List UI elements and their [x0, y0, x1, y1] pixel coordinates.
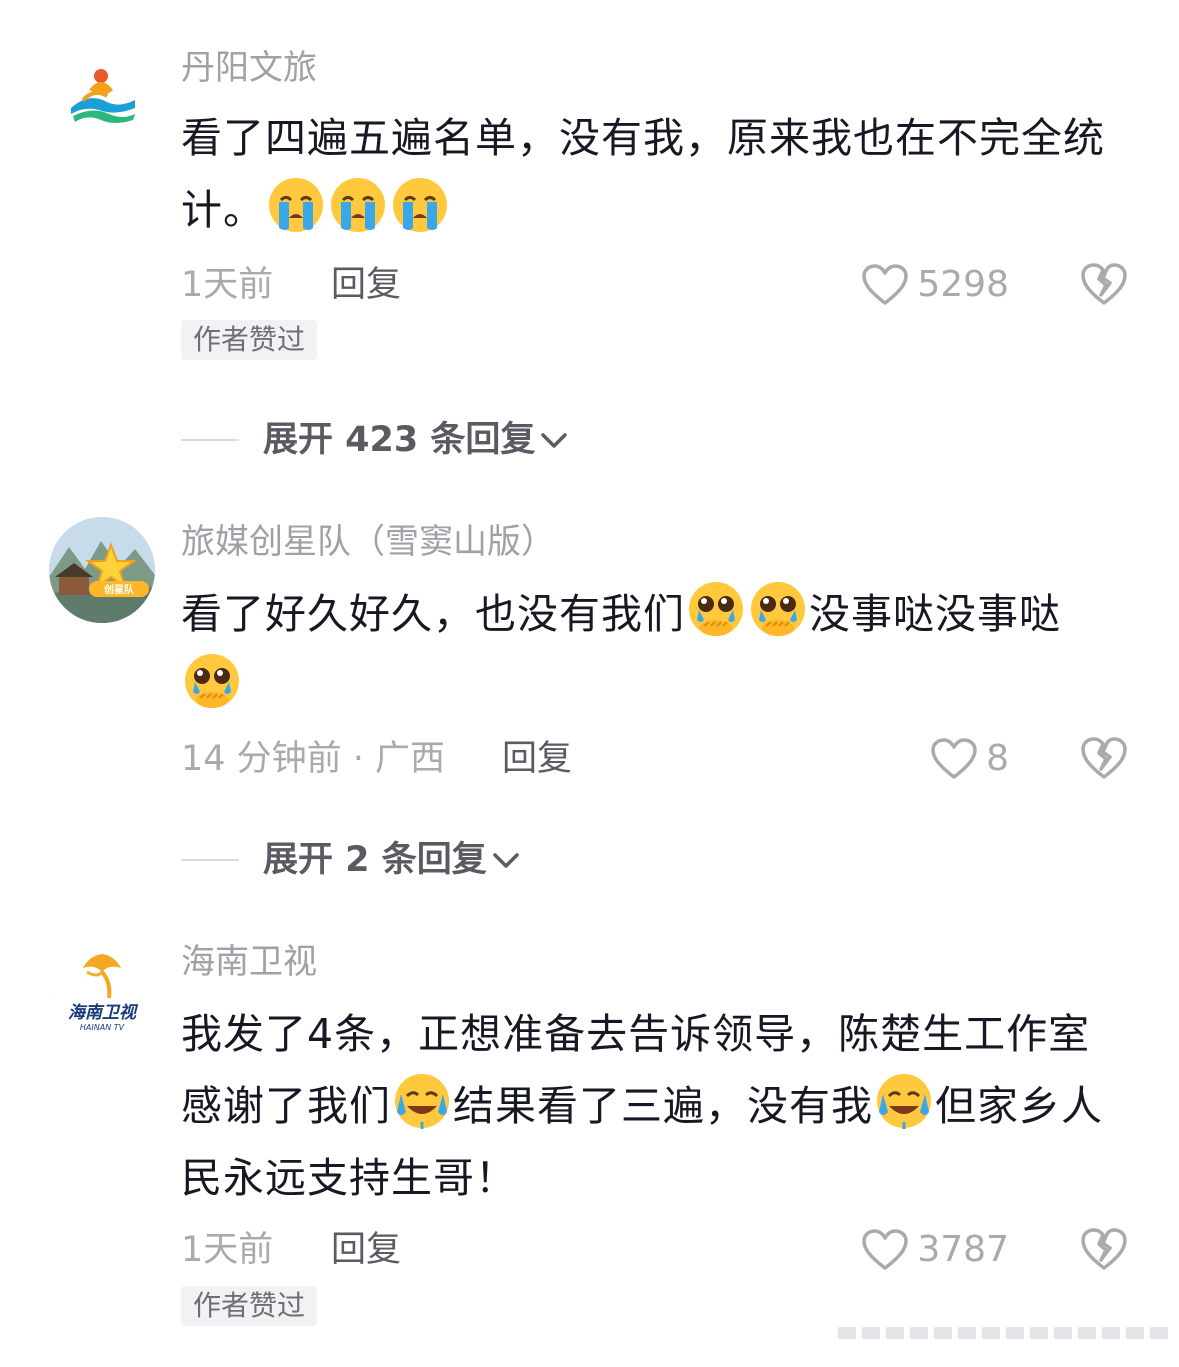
comment-time-location: 14 分钟前 · 广西: [181, 739, 446, 779]
comment-username[interactable]: 海南卫视: [181, 942, 317, 982]
heart-outline-icon: [862, 1229, 909, 1270]
author-liked-badge: 作者赞过: [181, 1286, 318, 1326]
dislike-button[interactable]: [1080, 1226, 1128, 1272]
dislike-button[interactable]: [1080, 261, 1128, 307]
watermark-strip: [838, 1327, 1168, 1339]
comment-text-body: 结果看了三遍，没有我: [453, 1082, 873, 1130]
avatar[interactable]: 海南卫视 HAINAN TV: [49, 938, 155, 1044]
like-count: 8: [986, 738, 1009, 779]
comment-time: 1天前: [181, 1230, 274, 1270]
divider: [181, 439, 239, 441]
comment-time: 1天前: [181, 265, 274, 305]
tearful-smile-icon: [393, 1072, 451, 1130]
crying-face-icon: [329, 176, 387, 234]
comment-username[interactable]: 旅媒创星队（雪窦山版）: [181, 522, 555, 562]
expand-replies-button[interactable]: 展开 423 条回复: [181, 418, 569, 462]
comment-text: 看了好久好久，也没有我们 没事哒没事哒: [181, 578, 1116, 722]
like-button[interactable]: 8: [930, 737, 1009, 781]
chevron-down-icon: [541, 433, 568, 448]
crying-face-icon: [267, 176, 325, 234]
dislike-button[interactable]: [1080, 735, 1128, 781]
avatar[interactable]: 创星队: [49, 517, 155, 623]
comment-text: 看了四遍五遍名单，没有我，原来我也在不完全统计。: [181, 102, 1116, 246]
reply-button[interactable]: 回复: [331, 1228, 401, 1272]
like-button[interactable]: 3787: [861, 1228, 1009, 1272]
expand-replies-label: 展开 2 条回复: [263, 840, 487, 880]
divider: [181, 859, 239, 861]
reply-button[interactable]: 回复: [331, 263, 401, 307]
comment-username[interactable]: 丹阳文旅: [181, 48, 317, 88]
like-count: 5298: [917, 264, 1009, 305]
chevron-down-icon: [492, 853, 519, 868]
comment-text-body: 没事哒没事哒: [809, 590, 1061, 638]
heart-outline-icon: [862, 264, 909, 305]
crying-face-icon: [391, 176, 449, 234]
tearful-smile-icon: [875, 1072, 933, 1130]
comment-text-body: 看了好久好久，也没有我们: [181, 590, 685, 638]
heart-outline-icon: [931, 738, 977, 779]
avatar-text: 海南卫视: [68, 1003, 139, 1023]
pleading-tears-icon: [183, 652, 241, 710]
comment-text: 我发了4条，正想准备去告诉领导，陈楚生工作室感谢了我们 结果看了三遍，没有我 但家乡…: [181, 998, 1116, 1214]
avatar-subtext: HAINAN TV: [80, 1023, 125, 1032]
expand-replies-button[interactable]: 展开 2 条回复: [181, 838, 521, 882]
pleading-tears-icon: [749, 580, 807, 638]
like-count: 3787: [917, 1229, 1009, 1270]
avatar-text: 创星队: [103, 583, 135, 596]
broken-heart-icon: [1081, 263, 1127, 305]
avatar[interactable]: [49, 44, 155, 150]
expand-replies-label: 展开 423 条回复: [263, 420, 536, 460]
broken-heart-icon: [1081, 1228, 1127, 1270]
author-liked-badge: 作者赞过: [181, 320, 318, 360]
broken-heart-icon: [1081, 737, 1127, 779]
pleading-tears-icon: [687, 580, 745, 638]
like-button[interactable]: 5298: [861, 263, 1009, 307]
reply-button[interactable]: 回复: [502, 737, 572, 781]
dangyang-logo: [49, 44, 155, 150]
